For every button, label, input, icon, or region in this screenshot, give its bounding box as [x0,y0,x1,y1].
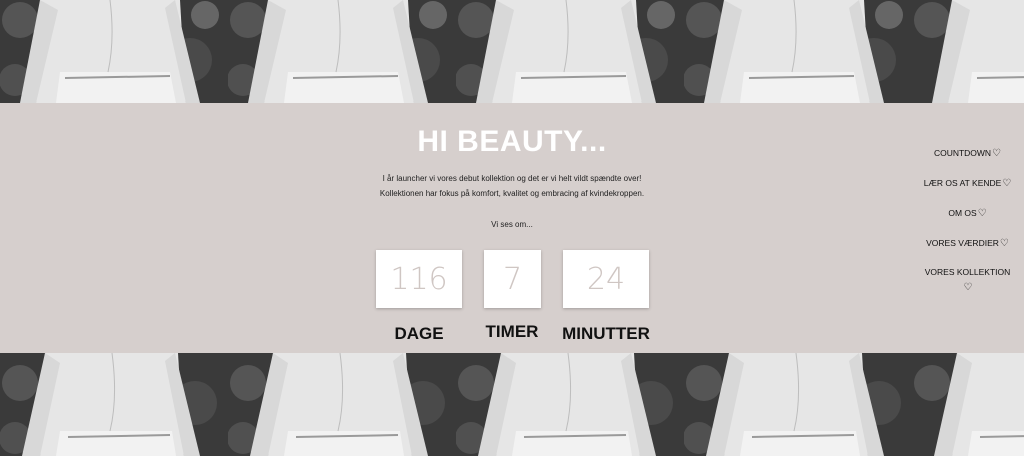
countdown-hours-value: 7 [484,250,541,308]
nav-item-label: COUNTDOWN [933,148,992,158]
nav-item-label: OM OS [948,208,977,218]
model-photo [684,0,912,103]
model-photo [0,0,228,103]
countdown-hours-label: TIMER [485,322,539,341]
photo-strip-top [0,0,1024,103]
nav-item-our-collection[interactable]: VORES KOLLEKTION ♡ [915,265,1020,295]
model-photo [912,0,1024,103]
model-photo [456,353,684,456]
nav-item-our-values[interactable]: VORES VÆRDIER♡ [915,236,1020,251]
nav-item-label: VORES VÆRDIER [926,238,999,248]
model-photo [0,353,228,456]
nav-item-get-to-know-us[interactable]: LÆR OS AT KENDE♡ [915,176,1020,191]
nav-item-label: VORES KOLLEKTION [924,267,1011,277]
heart-icon: ♡ [977,208,987,219]
heart-icon: ♡ [992,148,1002,159]
hero-intro-line-2: Kollektionen har fokus på komfort, kvali… [379,189,645,198]
model-photo [456,0,684,103]
hero-title: HI BEAUTY... [417,125,607,158]
nav-item-about-us[interactable]: OM OS♡ [915,206,1020,221]
model-photo [684,353,912,456]
nav-item-countdown[interactable]: COUNTDOWN♡ [915,146,1020,161]
countdown-section: HI BEAUTY... I år launcher vi vores debu… [0,103,1024,353]
model-photo [912,353,1024,456]
model-photo [228,0,456,103]
model-photo [228,353,456,456]
countdown-minutes-label: MINUTTER [562,324,650,343]
heart-icon: ♡ [963,282,973,293]
countdown-minutes-value: 24 [563,250,649,308]
countdown-days-label: DAGE [394,324,444,343]
nav-item-label: LÆR OS AT KENDE [923,178,1002,188]
hero-intro-line-1: I år launcher vi vores debut kollektion … [382,174,642,183]
heart-icon: ♡ [999,238,1009,249]
countdown-days-value: 116 [376,250,462,308]
photo-strip-bottom [0,353,1024,456]
heart-icon: ♡ [1002,178,1012,189]
hero-see-you-text: Vi ses om... [491,220,533,229]
